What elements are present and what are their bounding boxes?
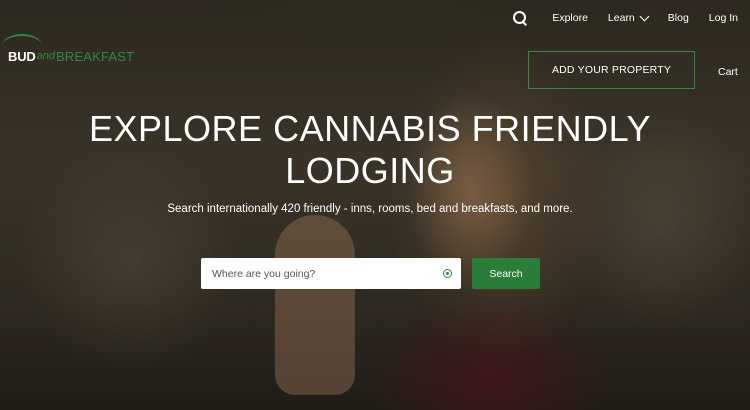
nav-blog[interactable]: Blog [668,12,689,24]
hero-subtitle: Search internationally 420 friendly - in… [167,203,573,215]
logo-text-breakfast: BREAKFAST [55,48,135,64]
hero-title: EXPLORE CANNABIS FRIENDLY LODGING [60,108,680,192]
search-icon[interactable] [512,10,528,26]
brand-logo[interactable]: BUD and BREAKFAST [2,34,135,70]
location-target-icon[interactable] [443,269,452,278]
search-button[interactable]: Search [472,258,540,289]
search-box [201,258,461,289]
hero-title-line2: LODGING [285,150,455,191]
search-input[interactable] [201,259,437,288]
nav-explore[interactable]: Explore [552,12,588,24]
top-nav: Explore Learn Blog Log In [512,10,738,26]
chevron-down-icon [639,11,650,22]
nav-learn-label: Learn [607,12,635,24]
logo-arc-icon [2,34,42,58]
nav-learn[interactable]: Learn [607,11,650,24]
add-property-button[interactable]: ADD YOUR PROPERTY [528,51,695,89]
hero-title-line1: EXPLORE CANNABIS FRIENDLY [89,108,651,149]
nav-login[interactable]: Log In [709,12,738,24]
cart-link[interactable]: Cart [718,66,738,78]
